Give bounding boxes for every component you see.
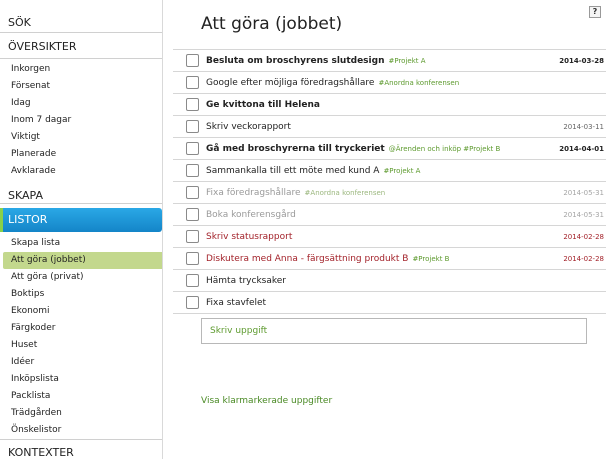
- task-title[interactable]: Skriv veckorapport: [206, 122, 291, 132]
- sidebar-item-color-codes[interactable]: Färgkoder: [0, 320, 162, 337]
- task-checkbox[interactable]: [186, 274, 199, 287]
- task-checkbox[interactable]: [186, 230, 199, 243]
- task-due-date: 2014-02-28: [563, 233, 604, 241]
- sidebar-contexts-header[interactable]: KONTEXTER: [0, 439, 162, 459]
- sidebar-create-header[interactable]: SKAPA: [0, 180, 162, 204]
- task-row[interactable]: Fixa stavfelet: [173, 292, 606, 314]
- task-row[interactable]: Besluta om broschyrens slutdesign #Proje…: [173, 50, 606, 72]
- task-tags[interactable]: #Projekt B: [412, 255, 449, 263]
- main-panel: Att göra (jobbet) ? Besluta om broschyre…: [163, 0, 612, 459]
- task-due-date: 2014-05-31: [563, 189, 604, 197]
- sidebar-item-next-7-days[interactable]: Inom 7 dagar: [0, 112, 162, 129]
- task-list: Besluta om broschyrens slutdesign #Proje…: [173, 49, 606, 314]
- sidebar-item-completed[interactable]: Avklarade: [0, 163, 162, 180]
- sidebar-item-book-tips[interactable]: Boktips: [0, 286, 162, 303]
- task-tags[interactable]: #Anordna konferensen: [378, 79, 459, 87]
- task-tags[interactable]: #Projekt A: [388, 57, 425, 65]
- task-tags[interactable]: #Anordna konferensen: [305, 189, 386, 197]
- overview-list: Inkorgen Försenat Idag Inom 7 dagar Vikt…: [0, 59, 162, 180]
- task-row[interactable]: Google efter möjliga föredragshållare #A…: [173, 72, 606, 94]
- sidebar-item-economy[interactable]: Ekonomi: [0, 303, 162, 320]
- task-title[interactable]: Sammankalla till ett möte med kund A: [206, 166, 379, 176]
- task-due-date: 2014-03-28: [559, 57, 604, 65]
- task-row[interactable]: Ge kvittona till Helena: [173, 94, 606, 116]
- task-title[interactable]: Fixa föredragshållare: [206, 188, 301, 198]
- task-row[interactable]: Hämta trycksaker: [173, 270, 606, 292]
- sidebar-overview-header[interactable]: ÖVERSIKTER: [0, 33, 162, 59]
- sidebar-item-garden[interactable]: Trädgården: [0, 405, 162, 422]
- task-checkbox[interactable]: [186, 98, 199, 111]
- task-title[interactable]: Ge kvittona till Helena: [206, 100, 320, 110]
- task-checkbox[interactable]: [186, 54, 199, 67]
- sidebar-item-important[interactable]: Viktigt: [0, 129, 162, 146]
- task-title[interactable]: Hämta trycksaker: [206, 276, 286, 286]
- show-completed-link[interactable]: Visa klarmarkerade uppgifter: [201, 396, 332, 406]
- sidebar-item-shopping-list[interactable]: Inköpslista: [0, 371, 162, 388]
- sidebar-lists-header[interactable]: LISTOR: [0, 208, 162, 232]
- lists-list: Skapa lista Att göra (jobbet) Att göra (…: [0, 232, 162, 439]
- task-row[interactable]: Diskutera med Anna - färgsättning produk…: [173, 248, 606, 270]
- task-checkbox[interactable]: [186, 164, 199, 177]
- sidebar-search-header[interactable]: SÖK: [0, 0, 162, 33]
- new-task-input[interactable]: Skriv uppgift: [201, 318, 587, 344]
- task-row[interactable]: Sammankalla till ett möte med kund A #Pr…: [173, 160, 606, 182]
- page-title: Att göra (jobbet): [201, 14, 343, 34]
- task-tags[interactable]: @Ärenden och inköp #Projekt B: [389, 145, 501, 153]
- task-row[interactable]: Skriv veckorapport 2014-03-11: [173, 116, 606, 138]
- task-due-date: 2014-02-28: [563, 255, 604, 263]
- task-due-date: 2014-05-31: [563, 211, 604, 219]
- task-checkbox[interactable]: [186, 252, 199, 265]
- task-title[interactable]: Skriv statusrapport: [206, 232, 292, 242]
- sidebar-item-create-list[interactable]: Skapa lista: [0, 235, 162, 252]
- sidebar-item-overdue[interactable]: Försenat: [0, 78, 162, 95]
- task-title[interactable]: Diskutera med Anna - färgsättning produk…: [206, 254, 408, 264]
- sidebar-item-wishlists[interactable]: Önskelistor: [0, 422, 162, 439]
- sidebar: SÖK ÖVERSIKTER Inkorgen Försenat Idag In…: [0, 0, 163, 459]
- sidebar-item-planned[interactable]: Planerade: [0, 146, 162, 163]
- task-row[interactable]: Fixa föredragshållare #Anordna konferens…: [173, 182, 606, 204]
- sidebar-item-todo-private[interactable]: Att göra (privat): [0, 269, 162, 286]
- task-checkbox[interactable]: [186, 76, 199, 89]
- task-due-date: 2014-04-01: [559, 145, 604, 153]
- task-row[interactable]: Skriv statusrapport 2014-02-28: [173, 226, 606, 248]
- task-title[interactable]: Fixa stavfelet: [206, 298, 266, 308]
- task-checkbox[interactable]: [186, 186, 199, 199]
- task-checkbox[interactable]: [186, 296, 199, 309]
- task-row[interactable]: Boka konferensgård 2014-05-31: [173, 204, 606, 226]
- task-row[interactable]: Gå med broschyrerna till tryckeriet @Äre…: [173, 138, 606, 160]
- sidebar-item-todo-work[interactable]: Att göra (jobbet): [3, 252, 162, 269]
- task-checkbox[interactable]: [186, 120, 199, 133]
- task-checkbox[interactable]: [186, 208, 199, 221]
- sidebar-item-packing-list[interactable]: Packlista: [0, 388, 162, 405]
- task-title[interactable]: Google efter möjliga föredragshållare: [206, 78, 374, 88]
- sidebar-item-house[interactable]: Huset: [0, 337, 162, 354]
- task-checkbox[interactable]: [186, 142, 199, 155]
- task-title[interactable]: Boka konferensgård: [206, 210, 296, 220]
- task-title[interactable]: Gå med broschyrerna till tryckeriet: [206, 144, 385, 154]
- sidebar-item-inbox[interactable]: Inkorgen: [0, 61, 162, 78]
- task-due-date: 2014-03-11: [563, 123, 604, 131]
- task-tags[interactable]: #Projekt A: [383, 167, 420, 175]
- sidebar-item-ideas[interactable]: Idéer: [0, 354, 162, 371]
- task-title[interactable]: Besluta om broschyrens slutdesign: [206, 56, 384, 66]
- help-button[interactable]: ?: [589, 6, 601, 18]
- sidebar-item-today[interactable]: Idag: [0, 95, 162, 112]
